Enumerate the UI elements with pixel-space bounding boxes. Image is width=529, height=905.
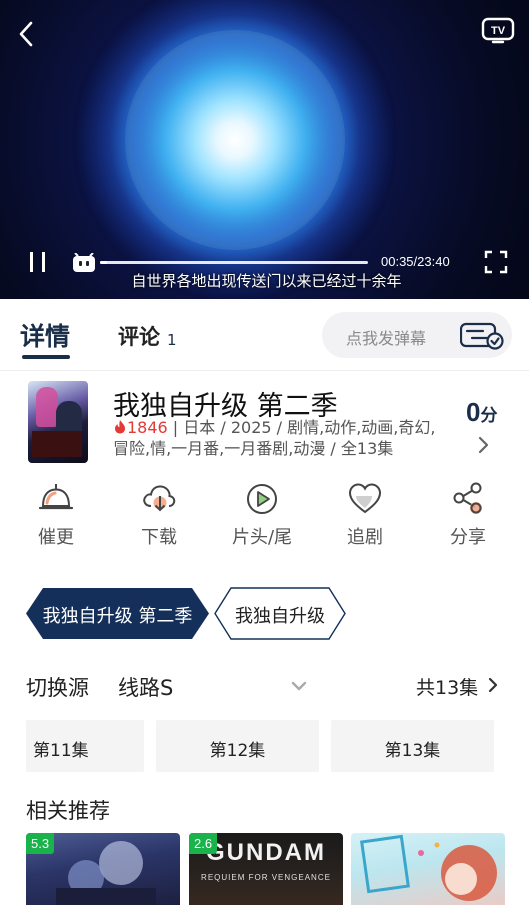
rating-score[interactable]: 0分 [466,397,497,428]
back-icon[interactable] [14,18,42,50]
heat-count: 1846 [127,418,168,437]
score-value: 0 [466,397,481,427]
season-chip[interactable]: 我独自升级 [214,587,346,640]
season-chip-selected[interactable]: 我独自升级 第二季 [25,587,210,640]
video-player[interactable]: TV 00:35/23:40 自世界各地出现传送门以来已经过十余年 [0,0,529,299]
action-label: 下载 [141,527,177,548]
cloud-download-icon [143,485,176,512]
gundam-logo-subtitle: REQUIEM FOR VENGEANCE [201,873,331,882]
action-bar: 催更 下载 片头/尾 追剧 分享 [0,478,529,558]
tab-active-indicator [22,355,70,359]
comments-count: 1 [167,331,177,349]
chevron-right-icon[interactable] [475,434,491,456]
episode-label: 第11集 [33,741,89,761]
source-select[interactable]: 线路S [118,672,173,702]
progress-bar[interactable] [100,261,368,264]
action-label: 分享 [450,527,486,548]
episode-button[interactable]: 第12集 [156,720,319,772]
video-subtitle: 自世界各地出现传送门以来已经过十余年 [131,272,402,290]
rating-badge: 2.6 [189,833,218,854]
action-download[interactable]: 下载 [109,478,209,550]
share-icon [453,482,482,514]
danmu-input[interactable]: 点我发弹幕 [322,312,512,358]
action-follow[interactable]: 追剧 [315,478,415,550]
chevron-right-icon[interactable] [487,676,499,694]
recommend-card[interactable] [351,833,505,905]
season-chip-label: 我独自升级 第二季 [42,606,193,627]
recommend-card[interactable]: 5.3 [26,833,180,905]
heart-icon [348,483,382,514]
source-label: 切换源 [26,676,89,700]
action-remind-update[interactable]: 催更 [6,478,106,550]
episode-label: 第13集 [384,741,441,761]
svg-text:TV: TV [491,25,506,37]
anime-poster[interactable] [28,381,88,463]
bell-icon [38,484,74,510]
danmu-settings-icon[interactable] [459,322,504,350]
action-skip-intro-outro[interactable]: 片头/尾 [212,478,312,550]
tv-cast-icon[interactable]: TV [481,16,515,44]
episode-button[interactable]: 第11集 [26,720,144,772]
recommend-card[interactable]: GUNDAM REQUIEM FOR VENGEANCE 2.6 [189,833,343,905]
chevron-down-icon[interactable] [290,678,308,692]
total-episodes[interactable]: 共13集 [416,673,478,700]
detail-tabs: 详情 评论 1 点我发弹幕 [0,299,529,371]
anime-meta: 1846 | 日本 / 2025 / 剧情,动作,动画,奇幻,冒险,情,一月番,… [113,417,443,459]
video-frame-portal [125,30,345,250]
recommend-title: 相关推荐 [26,799,110,823]
action-label: 催更 [38,527,74,548]
score-unit: 分 [480,406,498,425]
action-label: 追剧 [347,527,383,548]
rating-badge: 5.3 [26,833,55,854]
action-share[interactable]: 分享 [418,478,518,550]
episode-button[interactable]: 第13集 [331,720,494,772]
playback-time: 00:35/23:40 [381,254,450,269]
danmu-placeholder: 点我发弹幕 [346,329,427,348]
action-label: 片头/尾 [231,527,293,548]
tab-details[interactable]: 详情 [20,317,70,353]
season-chip-label: 我独自升级 [235,606,325,627]
fire-icon [113,418,127,437]
episode-label: 第12集 [209,741,266,761]
play-circle-icon [247,484,277,514]
progress-fill [100,261,107,264]
tab-comments[interactable]: 评论 [118,321,160,351]
app-screen: TV 00:35/23:40 自世界各地出现传送门以来已经过十余年 详情 评论 … [0,0,529,905]
